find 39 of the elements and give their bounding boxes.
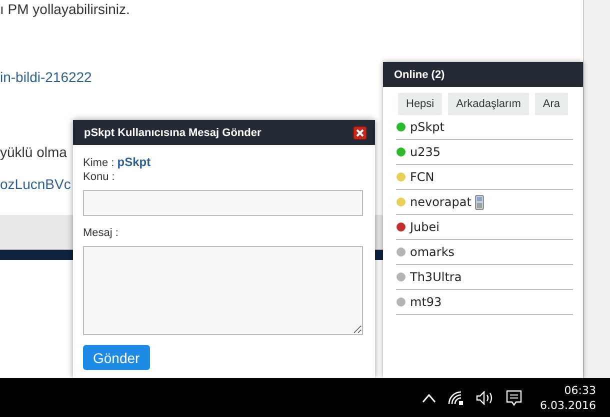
- user-name[interactable]: omarks: [410, 245, 455, 259]
- filter-tab[interactable]: Ara: [534, 93, 568, 115]
- page-text: yüklü olma: [0, 143, 67, 161]
- user-name[interactable]: Jubei: [410, 220, 440, 234]
- user-row[interactable]: Th3Ultra: [396, 265, 573, 290]
- message-field[interactable]: [83, 246, 363, 335]
- panel-title: Online (2): [394, 68, 445, 80]
- recipient-label: Kime :: [83, 157, 114, 169]
- wifi-icon[interactable]: [448, 390, 464, 404]
- dialog-title: pSkpt Kullanıcısına Mesaj Gönder: [84, 126, 262, 138]
- send-button[interactable]: Gönder: [83, 345, 150, 370]
- page-text: ı PM yollayabilirsiniz.: [0, 0, 130, 18]
- speaker-icon[interactable]: [476, 390, 494, 404]
- page-link[interactable]: ozLucnBVc: [0, 175, 71, 193]
- user-name[interactable]: nevorapat: [410, 195, 472, 209]
- clock-date[interactable]: 6.03.2016: [540, 398, 596, 412]
- user-row[interactable]: FCN: [396, 165, 573, 190]
- user-name[interactable]: mt93: [410, 295, 442, 309]
- filter-tab[interactable]: Hepsi: [398, 93, 442, 115]
- user-row[interactable]: omarks: [396, 240, 573, 265]
- notification-icon[interactable]: [506, 390, 522, 406]
- page-link[interactable]: in-bildi-216222: [0, 68, 92, 86]
- subject-field[interactable]: [83, 190, 363, 216]
- chevron-up-icon[interactable]: [422, 392, 436, 402]
- user-row[interactable]: nevorapat: [396, 190, 573, 215]
- clock-time[interactable]: 06:33: [564, 382, 596, 398]
- user-row[interactable]: u235: [396, 140, 573, 165]
- user-name[interactable]: FCN: [410, 170, 434, 184]
- filter-tab[interactable]: Arkadaşlarım: [448, 93, 529, 115]
- recipient-name: pSkpt: [117, 155, 151, 169]
- user-row[interactable]: pSkpt: [396, 115, 573, 140]
- user-name[interactable]: Th3Ultra: [410, 270, 462, 284]
- user-name[interactable]: u235: [410, 145, 441, 159]
- user-row[interactable]: mt93: [396, 290, 573, 315]
- user-row[interactable]: Jubei: [396, 215, 573, 240]
- message-label: Mesaj :: [83, 226, 118, 240]
- user-name[interactable]: pSkpt: [410, 120, 445, 134]
- subject-label: Konu :: [83, 170, 115, 184]
- close-icon[interactable]: [353, 126, 367, 140]
